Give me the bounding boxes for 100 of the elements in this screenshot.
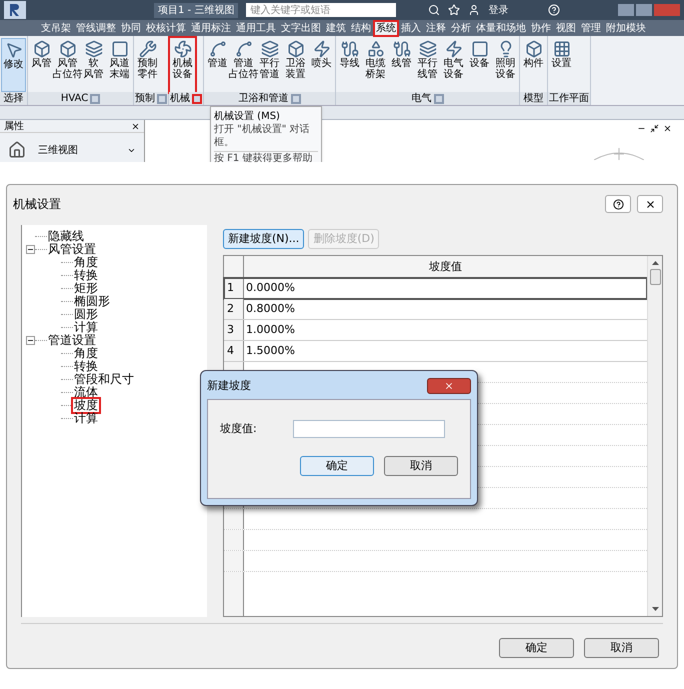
tree-item[interactable]: 转换 bbox=[73, 269, 99, 282]
tooltip-title: 机械设置 (MS) bbox=[214, 110, 281, 123]
ribbon-tool-button[interactable]: 电缆 桥架 bbox=[363, 38, 388, 92]
ribbon-tool-button[interactable]: 管道 bbox=[205, 38, 230, 92]
tree-item[interactable]: 椭圆形 bbox=[73, 295, 111, 308]
ribbon-tool-button[interactable]: 照明 设备 bbox=[493, 38, 518, 92]
tree-item[interactable]: 管段和尺寸 bbox=[73, 373, 135, 386]
layers-icon bbox=[418, 40, 436, 58]
device-icon bbox=[470, 40, 488, 58]
panel-launcher-icon[interactable] bbox=[192, 94, 202, 104]
title-text: 项目1 - 三维视图 bbox=[154, 2, 238, 18]
slope-value-field[interactable] bbox=[292, 420, 445, 438]
ribbon-tab[interactable]: 协作 bbox=[530, 22, 552, 34]
table-cell-text: 0.8000% bbox=[245, 301, 295, 317]
scroll-thumb[interactable] bbox=[650, 269, 660, 285]
collapse-icon[interactable] bbox=[26, 245, 35, 254]
ribbon-tab[interactable]: 体量和场地 bbox=[475, 22, 527, 34]
row-number: 1 bbox=[224, 278, 244, 298]
cursor-icon bbox=[4, 41, 22, 59]
ribbon-tool-button[interactable]: 喷头 bbox=[309, 38, 334, 92]
ribbon-tool-button[interactable]: 预制 零件 bbox=[135, 38, 160, 92]
ribbon-tool-button[interactable]: 设置 bbox=[549, 38, 574, 92]
ribbon-tab[interactable]: 结构 bbox=[350, 22, 372, 34]
close-button[interactable] bbox=[637, 195, 663, 213]
search-icon[interactable] bbox=[428, 4, 440, 16]
user-icon[interactable] bbox=[468, 4, 480, 16]
help-button[interactable] bbox=[605, 195, 631, 213]
tree-item[interactable]: 隐藏线 bbox=[47, 230, 85, 243]
ribbon-tab[interactable]: 协同 bbox=[120, 22, 142, 34]
ribbon-tool-button[interactable]: 导线 bbox=[337, 38, 362, 92]
collapse-icon[interactable] bbox=[26, 336, 35, 345]
ribbon-tab[interactable]: 注释 bbox=[425, 22, 447, 34]
ribbon-tool-button[interactable]: 电气 设备 bbox=[441, 38, 466, 92]
sprinkler-icon bbox=[312, 40, 330, 58]
table-cell-text: 1.5000% bbox=[245, 343, 295, 359]
ribbon-tab[interactable]: 附加模块 bbox=[605, 22, 647, 34]
box-icon bbox=[524, 40, 542, 58]
tree-item[interactable]: 坡度 bbox=[73, 399, 99, 412]
restore-icon[interactable] bbox=[650, 124, 659, 133]
ribbon-tool-button[interactable]: 风管 占位符 bbox=[55, 38, 80, 92]
ribbon-tab[interactable]: 系统 bbox=[375, 22, 397, 34]
help-icon[interactable] bbox=[548, 4, 560, 16]
ribbon-tool-button[interactable]: 修改 bbox=[1, 38, 26, 92]
action-button[interactable]: 新建坡度(N)... bbox=[223, 229, 304, 249]
star-icon[interactable] bbox=[448, 4, 460, 16]
tree-item[interactable]: 风管设置 bbox=[47, 243, 97, 256]
ribbon-tab[interactable]: 插入 bbox=[400, 22, 422, 34]
tree-item[interactable]: 角度 bbox=[73, 347, 99, 360]
search-field[interactable]: 键入关键字或短语 bbox=[246, 3, 396, 17]
ribbon-tool-button[interactable]: 线管 bbox=[389, 38, 414, 92]
login-link[interactable]: 登录 bbox=[488, 2, 508, 18]
ribbon-tab[interactable]: 支吊架 bbox=[40, 22, 72, 34]
ribbon-tab[interactable]: 文字出图 bbox=[280, 22, 322, 34]
ribbon-tool-button[interactable]: 风道 末端 bbox=[107, 38, 132, 92]
ribbon-tool-button[interactable]: 机械 设备 bbox=[170, 38, 195, 92]
tree-item[interactable]: 角度 bbox=[73, 256, 99, 269]
close-icon[interactable] bbox=[131, 122, 140, 130]
ribbon-tab[interactable]: 通用工具 bbox=[235, 22, 277, 34]
ribbon-tab[interactable]: 校核计算 bbox=[145, 22, 187, 34]
box-icon bbox=[58, 40, 76, 58]
tree-item[interactable]: 矩形 bbox=[73, 282, 99, 295]
scroll-up-icon[interactable] bbox=[652, 260, 658, 266]
table-row[interactable]: 4 1.5000% bbox=[224, 341, 647, 362]
close-icon[interactable] bbox=[663, 124, 672, 133]
tree-item[interactable]: 转换 bbox=[73, 360, 99, 373]
tree-item[interactable]: 流体 bbox=[73, 386, 99, 399]
tree-item[interactable]: 计算 bbox=[73, 321, 99, 334]
row-number: 3 bbox=[224, 320, 244, 340]
scrollbar[interactable] bbox=[647, 256, 662, 616]
dialog-title: 机械设置 bbox=[13, 196, 61, 213]
ribbon-tool-button[interactable]: 管道 占位符 bbox=[231, 38, 256, 92]
ribbon-tool-button[interactable]: 软 风管 bbox=[81, 38, 106, 92]
ribbon-tab[interactable]: 管理 bbox=[580, 22, 602, 34]
ribbon-tool-button[interactable]: 风管 bbox=[29, 38, 54, 92]
table-row[interactable]: 3 1.0000% bbox=[224, 320, 647, 341]
table-row[interactable]: 2 0.8000% bbox=[224, 299, 647, 320]
ribbon-tool-button[interactable]: 构件 bbox=[521, 38, 546, 92]
dialog-button[interactable]: 确定 bbox=[300, 456, 374, 476]
tree-item[interactable]: 计算 bbox=[73, 412, 99, 425]
ribbon-tab[interactable]: 通用标注 bbox=[190, 22, 232, 34]
ribbon-tool-button[interactable]: 设备 bbox=[467, 38, 492, 92]
row-number: 4 bbox=[224, 341, 244, 361]
scroll-down-icon[interactable] bbox=[652, 606, 658, 612]
table-row[interactable]: 1 0.0000% bbox=[224, 278, 647, 299]
tree-item[interactable]: 管道设置 bbox=[47, 334, 97, 347]
tree-item[interactable]: 圆形 bbox=[73, 308, 99, 321]
tray-icon bbox=[366, 40, 384, 58]
ribbon-tab[interactable]: 建筑 bbox=[325, 22, 347, 34]
box-icon bbox=[32, 40, 50, 58]
dialog-button[interactable]: 取消 bbox=[384, 456, 458, 476]
ribbon-tab[interactable]: 管线调整 bbox=[75, 22, 117, 34]
dialog-button[interactable]: 确定 bbox=[499, 638, 574, 658]
ribbon-tool-button[interactable]: 卫浴 装置 bbox=[283, 38, 308, 92]
app-logo-icon[interactable] bbox=[4, 1, 26, 19]
ribbon-tab[interactable]: 视图 bbox=[555, 22, 577, 34]
ribbon-tool-button[interactable]: 平行 管道 bbox=[257, 38, 282, 92]
curve-icon bbox=[208, 40, 226, 58]
ribbon-tool-button[interactable]: 平行 线管 bbox=[415, 38, 440, 92]
dialog-button[interactable]: 取消 bbox=[584, 638, 659, 658]
ribbon-tab[interactable]: 分析 bbox=[450, 22, 472, 34]
